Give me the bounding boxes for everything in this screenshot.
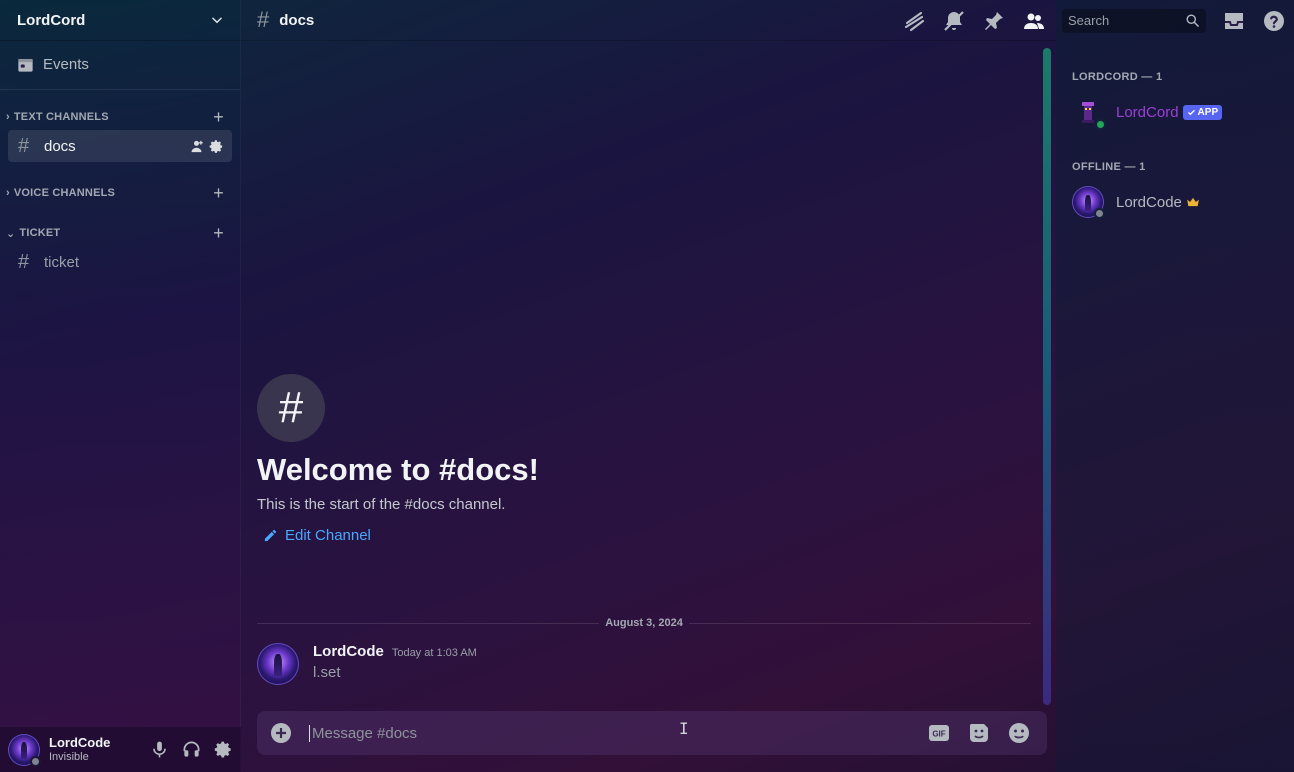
- hash-icon: #: [257, 7, 270, 32]
- welcome-title: Welcome to #docs!: [257, 452, 539, 487]
- search-placeholder: Search: [1068, 13, 1110, 28]
- channel-name: docs: [44, 137, 76, 155]
- gear-icon[interactable]: [214, 740, 233, 759]
- category-label: VOICE CHANNELS: [13, 187, 116, 199]
- pin-icon[interactable]: [982, 9, 1006, 33]
- member-item-user[interactable]: LordCode: [1064, 181, 1286, 223]
- chevron-down-icon: [212, 17, 222, 24]
- message-content: l.set: [313, 664, 341, 681]
- server-header[interactable]: LordCord: [0, 0, 240, 41]
- chevron-right-icon: ›: [6, 111, 10, 123]
- events-item[interactable]: Events: [8, 49, 232, 79]
- member-list-icon[interactable]: [1022, 9, 1046, 33]
- edit-channel-label: Edit Channel: [285, 527, 371, 544]
- message-composer: GIF: [257, 711, 1047, 755]
- member-name: LordCode: [1116, 193, 1182, 211]
- inbox-icon[interactable]: [1222, 9, 1246, 33]
- calendar-icon: [18, 58, 33, 72]
- message-item[interactable]: LordCode Today at 1:03 AM l.set: [257, 643, 477, 685]
- events-label: Events: [43, 55, 89, 73]
- sticker-icon[interactable]: [967, 721, 991, 745]
- avatar[interactable]: [8, 733, 41, 767]
- member-name: LordCord: [1116, 103, 1179, 121]
- gif-icon[interactable]: GIF: [927, 721, 951, 745]
- sidebar-divider: [0, 89, 240, 90]
- message-input[interactable]: [309, 724, 927, 742]
- gear-icon[interactable]: [209, 139, 224, 154]
- invite-icon[interactable]: [189, 139, 204, 154]
- message-timestamp: Today at 1:03 AM: [391, 647, 477, 659]
- user-panel: LordCode Invisible: [0, 727, 241, 772]
- microphone-icon[interactable]: [150, 740, 169, 759]
- search-icon: [1186, 14, 1199, 27]
- pencil-icon: [264, 529, 277, 542]
- chevron-down-icon: ⌄: [6, 227, 16, 240]
- user-status: Invisible: [49, 750, 89, 763]
- category-ticket[interactable]: ⌄ TICKET +: [0, 222, 240, 244]
- text-cursor-icon: I: [679, 719, 689, 738]
- hash-icon: #: [18, 250, 30, 273]
- app-badge: APP: [1182, 104, 1223, 120]
- help-icon[interactable]: [1262, 9, 1286, 33]
- edit-channel-link[interactable]: Edit Channel: [263, 527, 539, 544]
- category-label: TICKET: [19, 227, 61, 239]
- avatar[interactable]: [1072, 186, 1105, 219]
- member-list: LORDCORD — 1 LordCord APP OFFLINE — 1 Lo…: [1056, 0, 1294, 772]
- search-input[interactable]: Search: [1062, 8, 1206, 33]
- add-channel-icon[interactable]: +: [213, 224, 224, 242]
- scrollbar-thumb[interactable]: [1043, 48, 1051, 705]
- hash-icon: #: [257, 374, 325, 442]
- header-toolbar: Search: [902, 0, 1294, 41]
- add-attachment-icon[interactable]: [269, 721, 293, 745]
- status-offline-icon: [1094, 208, 1105, 219]
- server-name: LordCord: [17, 11, 86, 29]
- chevron-right-icon: ›: [6, 187, 10, 199]
- category-voice-channels[interactable]: › VOICE CHANNELS +: [0, 182, 240, 204]
- status-invisible-icon: [30, 755, 41, 767]
- channel-item-docs[interactable]: # docs: [8, 130, 232, 162]
- channel-name: ticket: [44, 253, 80, 271]
- message-author[interactable]: LordCode: [313, 643, 384, 660]
- user-name: LordCode: [49, 735, 111, 751]
- channel-welcome: # Welcome to #docs! This is the start of…: [257, 374, 539, 544]
- crown-icon: [1187, 197, 1199, 207]
- notification-muted-icon[interactable]: [942, 9, 966, 33]
- app-badge-label: APP: [1197, 106, 1219, 118]
- member-item-bot[interactable]: LordCord APP: [1064, 91, 1286, 133]
- svg-text:GIF: GIF: [932, 730, 945, 739]
- category-label: TEXT CHANNELS: [13, 111, 109, 123]
- avatar[interactable]: [257, 643, 299, 685]
- hash-icon: #: [18, 134, 30, 157]
- headphones-icon[interactable]: [182, 740, 201, 759]
- discord-app: LordCord Events › TEXT CHANNELS + # docs …: [0, 0, 1294, 772]
- scrollbar[interactable]: [1043, 48, 1051, 705]
- member-group-header: OFFLINE — 1: [1072, 161, 1146, 173]
- channel-title: docs: [279, 11, 315, 29]
- date-divider: August 3, 2024: [257, 615, 1032, 631]
- status-online-icon: [1095, 119, 1106, 130]
- add-channel-icon[interactable]: +: [213, 184, 224, 202]
- welcome-subtitle: This is the start of the #docs channel.: [257, 496, 506, 513]
- channel-item-ticket[interactable]: # ticket: [8, 246, 232, 278]
- channel-sidebar: LordCord Events › TEXT CHANNELS + # docs …: [0, 0, 241, 772]
- member-group-header: LORDCORD — 1: [1072, 71, 1163, 83]
- chat-area: # docs # Welcome to #docs! This is the s…: [241, 0, 1056, 772]
- date-divider-text: August 3, 2024: [605, 617, 683, 629]
- checkmark-icon: [1187, 109, 1195, 115]
- threads-icon[interactable]: [902, 9, 926, 33]
- category-text-channels[interactable]: › TEXT CHANNELS +: [0, 106, 240, 128]
- emoji-icon[interactable]: [1007, 721, 1031, 745]
- avatar[interactable]: [1072, 96, 1106, 130]
- add-channel-icon[interactable]: +: [213, 108, 224, 126]
